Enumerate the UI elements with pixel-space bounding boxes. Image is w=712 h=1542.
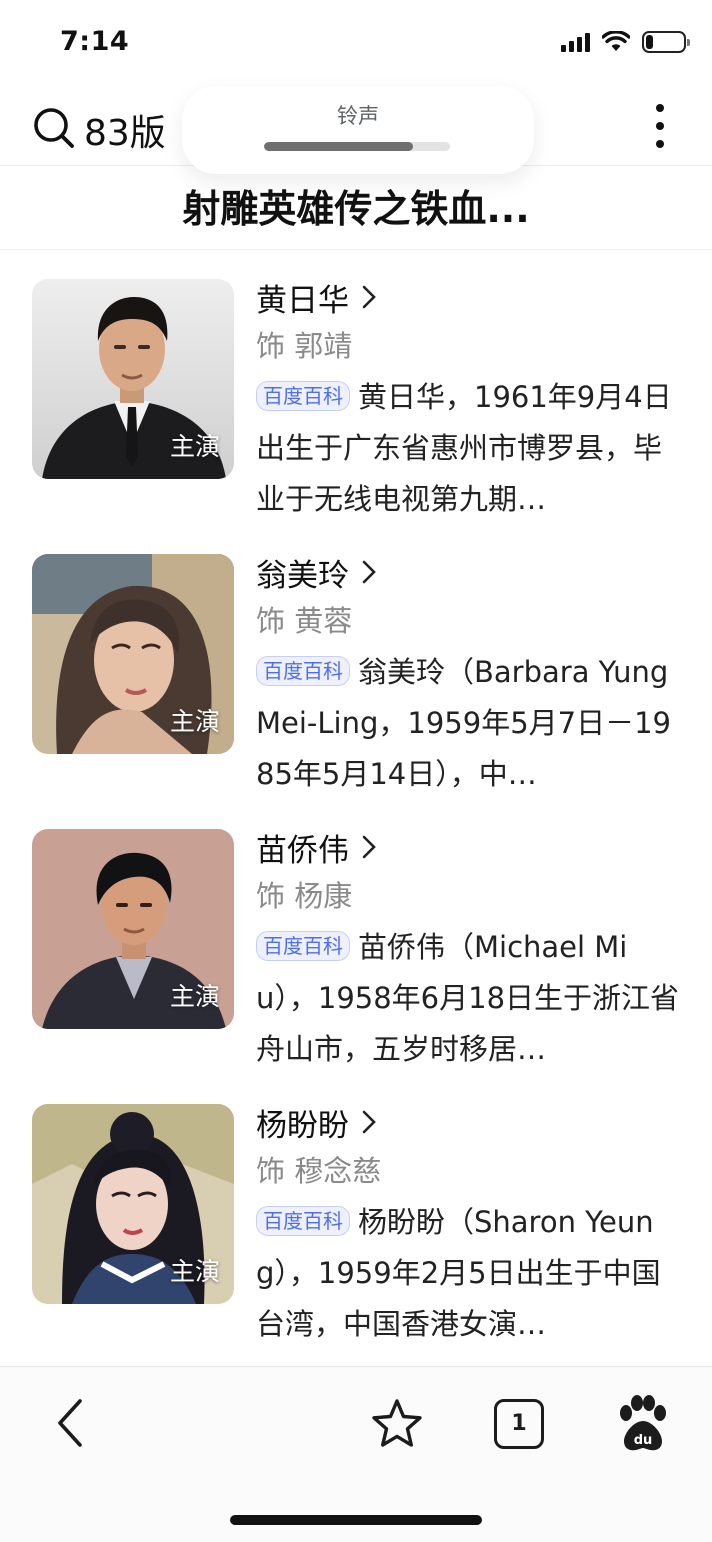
- star-icon[interactable]: [370, 1397, 424, 1451]
- cast-item[interactable]: 主演 杨盼盼 饰 穆念慈 百度百科 杨盼盼（Sharon Yeung），1959年…: [0, 1087, 712, 1362]
- actor-photo[interactable]: 主演: [32, 829, 234, 1029]
- cast-info: 黄日华 饰 郭靖 百度百科 黄日华，1961年9月4日出生于广东省惠州市博罗县，毕…: [256, 274, 686, 525]
- chevron-right-icon: [362, 1110, 376, 1134]
- status-indicators: [561, 30, 690, 54]
- baidu-paw-icon[interactable]: du: [612, 1393, 672, 1455]
- actor-name[interactable]: 黄日华: [256, 275, 349, 320]
- baike-source-tag: 百度百科: [256, 656, 350, 686]
- baike-source-tag: 百度百科: [256, 931, 350, 961]
- page-title: 射雕英雄传之铁血...: [0, 168, 712, 250]
- cast-info: 杨盼盼 饰 穆念慈 百度百科 杨盼盼（Sharon Yeung），1959年2月5…: [256, 1099, 686, 1350]
- actor-bio[interactable]: 百度百科 黄日华，1961年9月4日出生于广东省惠州市博罗县，毕业于无线电视第九期…: [256, 372, 686, 525]
- search-icon[interactable]: [32, 106, 76, 150]
- actor-photo[interactable]: 主演: [32, 1104, 234, 1304]
- ringtone-volume-slider[interactable]: [264, 142, 450, 151]
- actor-photo[interactable]: 主演: [32, 279, 234, 479]
- chevron-right-icon: [362, 285, 376, 309]
- chevron-right-icon: [362, 560, 376, 584]
- status-time: 7:14: [60, 26, 130, 57]
- character-role: 饰 穆念慈: [256, 1154, 382, 1188]
- actor-link[interactable]: 苗侨伟: [256, 824, 686, 870]
- baike-source-tag: 百度百科: [256, 381, 350, 411]
- cast-item[interactable]: 主演 翁美玲 饰 黄蓉 百度百科 翁美玲（Barbara Yung Mei-Lin…: [0, 537, 712, 812]
- lead-role-badge: 主演: [169, 707, 220, 736]
- actor-bio[interactable]: 百度百科 杨盼盼（Sharon Yeung），1959年2月5日出生于中国台湾，中…: [256, 1197, 686, 1350]
- actor-bio[interactable]: 百度百科 翁美玲（Barbara Yung Mei-Ling，1959年5月7日－…: [256, 647, 686, 800]
- ringtone-label: 铃声: [337, 104, 379, 128]
- actor-link[interactable]: 翁美玲: [256, 549, 686, 595]
- home-indicator: [230, 1515, 482, 1525]
- character-role: 饰 黄蓉: [256, 604, 353, 638]
- character-role: 饰 郭靖: [256, 329, 353, 363]
- cast-item[interactable]: 主演 黄日华 饰 郭靖 百度百科 黄日华，1961年9月4日出生于广东省惠州市博罗…: [0, 262, 712, 537]
- actor-photo[interactable]: 主演: [32, 554, 234, 754]
- back-arrow-icon[interactable]: [50, 1395, 90, 1451]
- actor-name[interactable]: 苗侨伟: [256, 825, 349, 870]
- svg-text:du: du: [634, 1433, 653, 1448]
- character-role: 饰 杨康: [256, 879, 353, 913]
- bottom-nav-bar: 1 du: [0, 1366, 712, 1542]
- cast-list: 主演 黄日华 饰 郭靖 百度百科 黄日华，1961年9月4日出生于广东省惠州市博罗…: [0, 262, 712, 1362]
- chevron-right-icon: [362, 835, 376, 859]
- cast-info: 翁美玲 饰 黄蓉 百度百科 翁美玲（Barbara Yung Mei-Ling，1…: [256, 549, 686, 800]
- actor-link[interactable]: 杨盼盼: [256, 1099, 686, 1145]
- battery-icon: [642, 31, 690, 53]
- lead-role-badge: 主演: [169, 1257, 220, 1286]
- actor-bio[interactable]: 百度百科 苗侨伟（Michael Miu），1958年6月18日生于浙江省舟山市，…: [256, 922, 686, 1075]
- actor-name[interactable]: 翁美玲: [256, 550, 349, 595]
- lead-role-badge: 主演: [169, 982, 220, 1011]
- baike-source-tag: 百度百科: [256, 1206, 350, 1236]
- cast-info: 苗侨伟 饰 杨康 百度百科 苗侨伟（Michael Miu），1958年6月18日…: [256, 824, 686, 1075]
- actor-name[interactable]: 杨盼盼: [256, 1100, 349, 1145]
- more-vertical-icon[interactable]: [648, 100, 672, 152]
- tabs-icon[interactable]: 1: [494, 1399, 544, 1449]
- cast-item[interactable]: 主演 苗侨伟 饰 杨康 百度百科 苗侨伟（Michael Miu），1958年6月…: [0, 812, 712, 1087]
- lead-role-badge: 主演: [169, 432, 220, 461]
- browser-toolbar: 83版 铃声: [0, 86, 712, 174]
- ringtone-volume-popup: 铃声: [182, 86, 534, 174]
- actor-link[interactable]: 黄日华: [256, 274, 686, 320]
- cellular-signal-icon: [561, 32, 590, 52]
- status-bar: 7:14: [0, 0, 712, 86]
- wifi-icon: [602, 31, 630, 51]
- search-query-text[interactable]: 83版: [84, 104, 166, 156]
- ringtone-volume-fill: [264, 142, 413, 151]
